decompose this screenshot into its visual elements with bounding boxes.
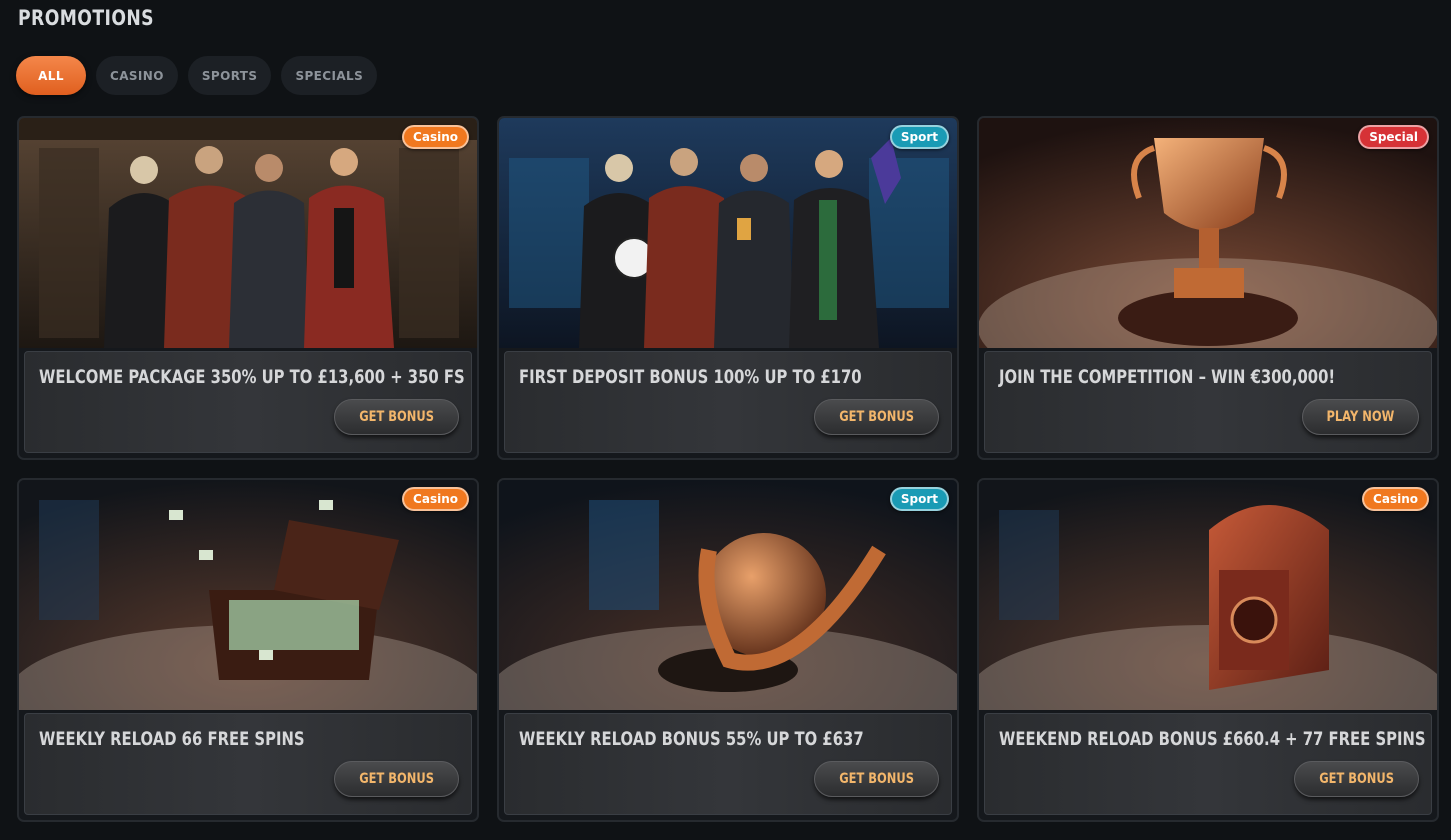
promo-title: WELCOME PACKAGE 350% UP TO £13,600 + 350… [39, 366, 465, 388]
button-label: GET BONUS [838, 409, 914, 425]
get-bonus-button[interactable]: GET BONUS [1293, 761, 1419, 797]
promo-title: WEEKLY RELOAD 66 FREE SPINS [39, 728, 305, 750]
get-bonus-button[interactable]: GET BONUS [813, 761, 939, 797]
tab-sports[interactable]: SPORTS [187, 56, 272, 95]
promo-title: FIRST DEPOSIT BONUS 100% UP TO £170 [519, 366, 862, 388]
category-badge: Casino [402, 125, 469, 149]
filter-tabs: ALL CASINO SPORTS SPECIALS [16, 56, 378, 95]
category-badge: Casino [402, 487, 469, 511]
promo-info-panel: WEEKEND RELOAD BONUS £660.4 + 77 FREE SP… [984, 713, 1432, 815]
tab-specials[interactable]: SPECIALS [281, 56, 378, 95]
promo-title: WEEKEND RELOAD BONUS £660.4 + 77 FREE SP… [999, 728, 1426, 750]
promo-info-panel: WEEKLY RELOAD 66 FREE SPINS GET BONUS [24, 713, 472, 815]
get-bonus-button[interactable]: GET BONUS [333, 761, 459, 797]
promo-card-welcome-package[interactable]: Casino WELCOME PACKAGE 350% UP TO £13,60… [17, 116, 479, 460]
promo-image-characters-sport [499, 118, 957, 348]
tab-all[interactable]: ALL [16, 56, 86, 95]
promo-image-slot-safe [979, 480, 1437, 710]
promo-info-panel: WELCOME PACKAGE 350% UP TO £13,600 + 350… [24, 351, 472, 453]
promo-card-competition[interactable]: Special JOIN THE COMPETITION – WIN €300,… [977, 116, 1439, 460]
button-label: GET BONUS [358, 771, 434, 787]
promo-card-first-deposit[interactable]: Sport FIRST DEPOSIT BONUS 100% UP TO £17… [497, 116, 959, 460]
category-badge: Sport [889, 125, 949, 149]
promotions-page: PROMOTIONS ALL CASINO SPORTS SPECIALS Ca… [0, 0, 1451, 840]
button-label: GET BONUS [1318, 771, 1394, 787]
promo-card-weekly-reload-bonus[interactable]: Sport WEEKLY RELOAD BONUS 55% UP TO £637… [497, 478, 959, 822]
promo-image-football [499, 480, 957, 710]
promo-info-panel: FIRST DEPOSIT BONUS 100% UP TO £170 GET … [504, 351, 952, 453]
button-label: PLAY NOW [1326, 409, 1395, 425]
promo-title: JOIN THE COMPETITION – WIN €300,000! [999, 366, 1336, 388]
promo-image-money-suitcase [19, 480, 477, 710]
promo-image-characters [19, 118, 477, 348]
button-label: GET BONUS [838, 771, 914, 787]
promo-image-trophy [979, 118, 1437, 348]
category-badge: Casino [1362, 487, 1429, 511]
promo-info-panel: WEEKLY RELOAD BONUS 55% UP TO £637 GET B… [504, 713, 952, 815]
get-bonus-button[interactable]: GET BONUS [333, 399, 459, 435]
get-bonus-button[interactable]: GET BONUS [813, 399, 939, 435]
category-badge: Sport [889, 487, 949, 511]
category-badge: Special [1358, 125, 1429, 149]
button-label: GET BONUS [358, 409, 434, 425]
promo-info-panel: JOIN THE COMPETITION – WIN €300,000! PLA… [984, 351, 1432, 453]
promo-card-weekly-reload-spins[interactable]: Casino WEEKLY RELOAD 66 FREE SPINS GET B… [17, 478, 479, 822]
promo-card-weekend-reload[interactable]: Casino WEEKEND RELOAD BONUS £660.4 + 77 … [977, 478, 1439, 822]
promo-title: WEEKLY RELOAD BONUS 55% UP TO £637 [519, 728, 864, 750]
play-now-button[interactable]: PLAY NOW [1302, 399, 1419, 435]
tab-casino[interactable]: CASINO [96, 56, 178, 95]
page-title: PROMOTIONS [18, 6, 155, 30]
